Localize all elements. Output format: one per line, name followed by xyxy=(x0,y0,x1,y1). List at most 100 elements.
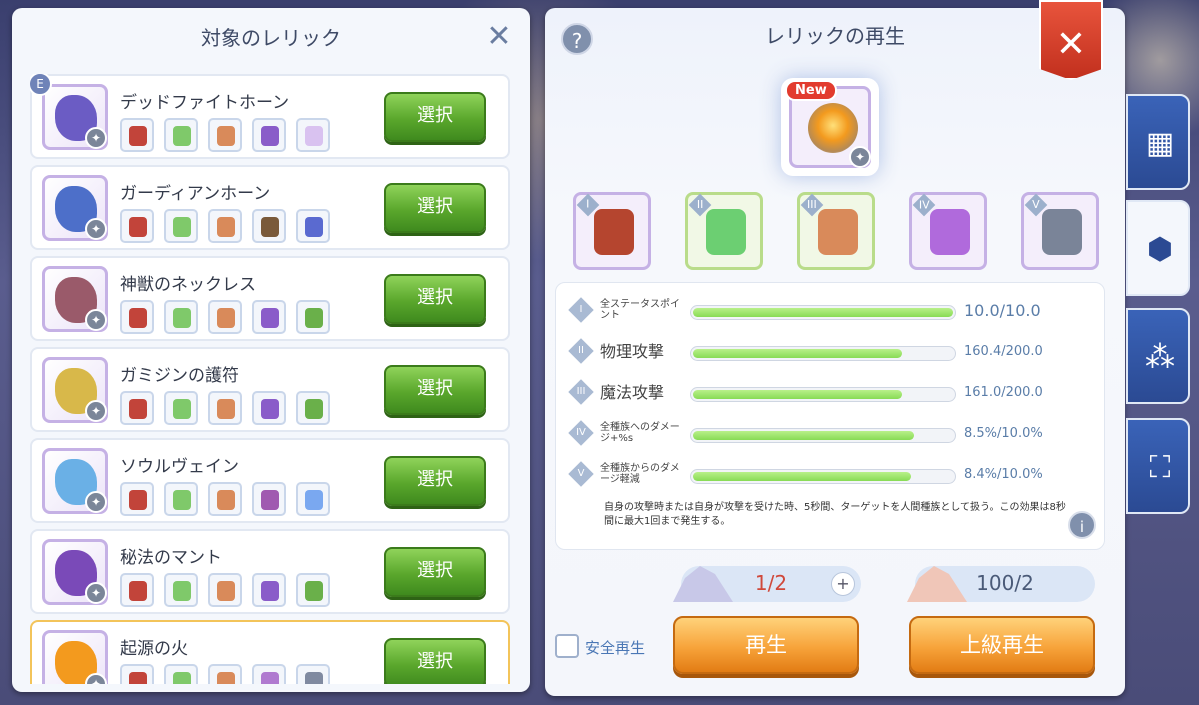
add-button[interactable]: + xyxy=(831,572,855,596)
material-icon xyxy=(252,664,286,684)
relic-row[interactable]: ✦ ガーディアンホーン 選択 xyxy=(30,165,510,250)
advanced-regen-button[interactable]: 上級再生 xyxy=(909,616,1095,674)
stat-bar-fill xyxy=(693,472,911,481)
select-button[interactable]: 選択 xyxy=(384,547,486,597)
info-button[interactable]: i xyxy=(1068,511,1096,539)
material-icon xyxy=(706,209,746,255)
material-icon xyxy=(930,209,970,255)
relic-list-panel: 対象のレリック ✕ E ✦ デッドファイトホーン 選択 ✦ ガーディアンホーン 選択 ✦ 神獣の… xyxy=(12,8,530,692)
material-list xyxy=(120,482,330,516)
relic-name: ガーディアンホーン xyxy=(120,184,271,204)
material-icon xyxy=(296,118,330,152)
stat-bar-fill xyxy=(693,431,914,440)
cost-pill-2: 100/2 xyxy=(907,566,1095,602)
cost-2-text: 100/2 xyxy=(976,571,1034,595)
effect-description: 自身の攻撃時または自身が攻撃を受けた時、5秒間、ターゲットを人間種族として扱う。… xyxy=(604,502,1066,527)
side-tab[interactable]: ⛶ xyxy=(1126,418,1190,514)
close-icon[interactable]: ✕ xyxy=(484,22,514,52)
material-slot[interactable]: V xyxy=(1021,192,1099,270)
material-icon xyxy=(164,664,198,684)
material-icon xyxy=(120,391,154,425)
material-icon xyxy=(120,118,154,152)
material-icon xyxy=(120,300,154,334)
stat-row: V 全種族からのダメージ軽減 8.4%/10.0% xyxy=(556,455,1106,495)
stat-value: 160.4/200.0 xyxy=(964,344,1043,359)
relic-thumb: ✦ xyxy=(42,357,108,423)
regen-panel: ? レリックの再生 ✕ ✦ New I II III IV V I 全ステータスポイント 1… xyxy=(545,0,1125,696)
relic-list[interactable]: E ✦ デッドファイトホーン 選択 ✦ ガーディアンホーン 選択 ✦ 神獣のネックレス 選択 ✦ ガミ… xyxy=(30,74,524,684)
select-button[interactable]: 選択 xyxy=(384,183,486,233)
material-icon xyxy=(252,118,286,152)
stat-bar-fill xyxy=(693,308,953,317)
material-list xyxy=(120,664,330,684)
stat-value: 10.0/10.0 xyxy=(964,301,1041,320)
regen-button[interactable]: 再生 xyxy=(673,616,859,674)
stat-bar xyxy=(690,428,956,443)
material-icon xyxy=(208,482,242,516)
material-icon xyxy=(252,573,286,607)
star-badge-icon: ✦ xyxy=(85,309,107,331)
material-icon xyxy=(252,300,286,334)
select-button[interactable]: 選択 xyxy=(384,638,486,684)
select-button[interactable]: 選択 xyxy=(384,92,486,142)
shop-icon: ▦ xyxy=(1145,126,1175,161)
select-button[interactable]: 選択 xyxy=(384,365,486,415)
material-icon xyxy=(120,573,154,607)
material-icon xyxy=(164,209,198,243)
star-badge-icon: ✦ xyxy=(85,491,107,513)
material-icon xyxy=(252,482,286,516)
relic-thumb: ✦ xyxy=(42,448,108,514)
safe-regen-label: 安全再生 xyxy=(585,639,646,657)
relic-row[interactable]: ✦ 秘法のマント 選択 xyxy=(30,529,510,614)
select-button[interactable]: 選択 xyxy=(384,274,486,324)
material-slot[interactable]: III xyxy=(797,192,875,270)
material-list xyxy=(120,391,330,425)
side-tab[interactable]: ⁂ xyxy=(1126,308,1190,404)
relic-row[interactable]: ✦ ソウルヴェイン 選択 xyxy=(30,438,510,523)
stat-row: IV 全種族へのダメージ+%s 8.5%/10.0% xyxy=(556,414,1106,454)
stat-label: 全ステータスポイント xyxy=(600,299,680,321)
stat-row: II 物理攻撃 160.4/200.0 xyxy=(556,332,1106,372)
stat-value: 161.0/200.0 xyxy=(964,385,1043,400)
stat-bar xyxy=(690,387,956,402)
relic-name: 神獣のネックレス xyxy=(120,275,256,295)
material-icon xyxy=(208,209,242,243)
roman-numeral: III xyxy=(568,379,594,405)
roman-numeral: IV xyxy=(568,420,594,446)
checkbox[interactable] xyxy=(555,634,579,658)
relic-row[interactable]: ✦ 起源の火 選択 xyxy=(30,620,510,684)
material-icon xyxy=(252,391,286,425)
material-list xyxy=(120,300,330,334)
close-button[interactable]: ✕ xyxy=(1039,0,1103,80)
stat-label: 全種族へのダメージ+%s xyxy=(600,422,680,444)
relic-row[interactable]: ✦ 神獣のネックレス 選択 xyxy=(30,256,510,341)
material-slot[interactable]: IV xyxy=(909,192,987,270)
side-tab[interactable]: ▦ xyxy=(1126,94,1190,190)
stat-bar xyxy=(690,305,956,320)
roman-numeral: II xyxy=(568,338,594,364)
relic-name: ガミジンの護符 xyxy=(120,366,239,386)
star-badge-icon: ✦ xyxy=(85,218,107,240)
material-slot[interactable]: I xyxy=(573,192,651,270)
material-icon xyxy=(208,391,242,425)
material-list xyxy=(120,573,330,607)
relic-thumb: ✦ xyxy=(42,84,108,150)
material-icon xyxy=(208,118,242,152)
relic-name: 秘法のマント xyxy=(120,548,222,568)
stat-row: III 魔法攻撃 161.0/200.0 xyxy=(556,373,1106,413)
relic-row[interactable]: ✦ ガミジンの護符 選択 xyxy=(30,347,510,432)
star-badge-icon: ✦ xyxy=(85,127,107,149)
new-tag: New xyxy=(785,80,837,101)
material-slot[interactable]: II xyxy=(685,192,763,270)
stat-bar-fill xyxy=(693,390,902,399)
star-badge-icon: ✦ xyxy=(849,146,871,168)
relic-row[interactable]: E ✦ デッドファイトホーン 選択 xyxy=(30,74,510,159)
relic-art xyxy=(808,103,858,153)
material-icon xyxy=(164,300,198,334)
panel-title: 対象のレリック xyxy=(201,26,341,50)
material-list xyxy=(120,209,330,243)
select-button[interactable]: 選択 xyxy=(384,456,486,506)
stat-bar xyxy=(690,346,956,361)
side-tab[interactable]: ⬢ xyxy=(1126,200,1190,296)
material-icon xyxy=(296,664,330,684)
